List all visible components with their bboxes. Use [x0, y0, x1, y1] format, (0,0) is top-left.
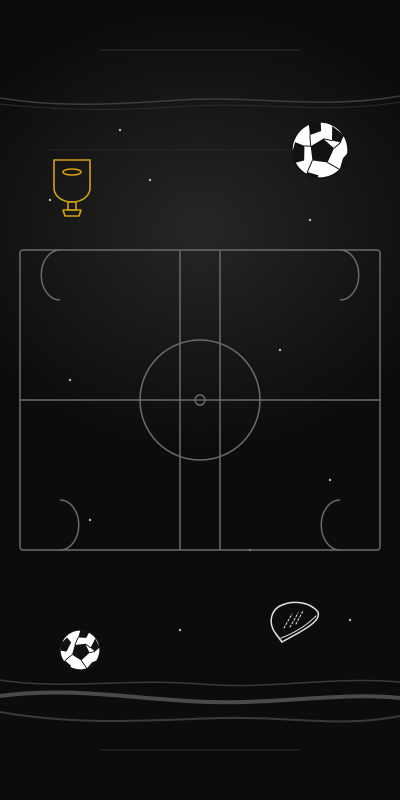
cleat-icon: [270, 601, 320, 643]
background-canvas: [0, 0, 400, 800]
cleat-laces: [283, 610, 304, 629]
